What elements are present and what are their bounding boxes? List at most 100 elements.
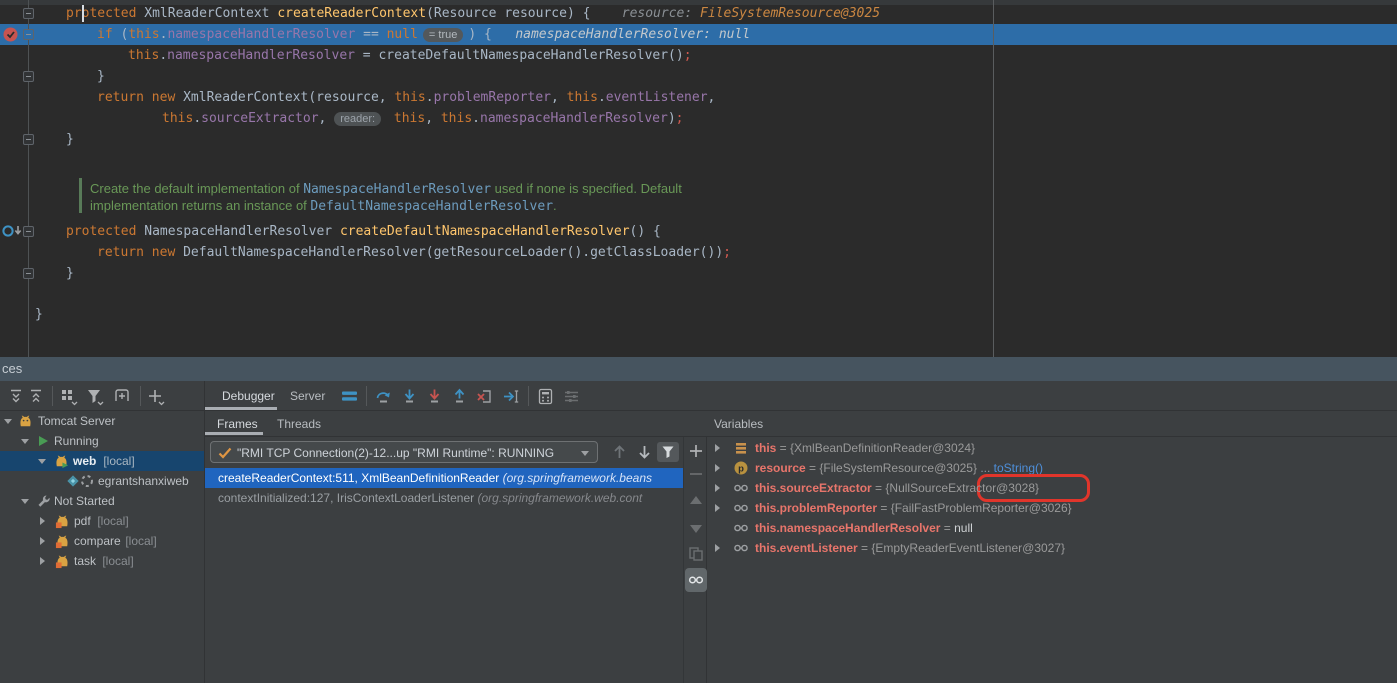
chevron-right-icon[interactable] xyxy=(715,444,720,452)
fold-marker[interactable] xyxy=(23,268,34,279)
chevron-down-icon xyxy=(581,451,589,456)
remove-watch-icon[interactable] xyxy=(688,466,704,482)
layout-menu-icon[interactable] xyxy=(341,388,358,404)
code-line[interactable]: protected NamespaceHandlerResolver creat… xyxy=(66,221,661,242)
code-line[interactable]: return new DefaultNamespaceHandlerResolv… xyxy=(97,242,731,263)
tree-row-pdf[interactable]: pdf [local] xyxy=(0,511,204,531)
layout-settings-icon[interactable] xyxy=(563,388,580,405)
code-line[interactable]: } xyxy=(66,263,74,284)
code-line[interactable]: } xyxy=(66,129,74,150)
step-into-icon[interactable] xyxy=(401,388,418,405)
add-frame-icon[interactable] xyxy=(112,388,132,404)
variable-row-problem-reporter[interactable]: this.problemReporter = {FailFastProblemR… xyxy=(707,498,1397,518)
tab-frames-underline xyxy=(205,432,263,435)
breakpoint-verified-icon[interactable] xyxy=(3,27,18,42)
fold-marker[interactable] xyxy=(23,8,34,19)
code-line-execution[interactable]: if (this.namespaceHandlerResolver == nul… xyxy=(97,24,750,46)
tree-row-tomcat-server[interactable]: Tomcat Server xyxy=(0,411,204,431)
tree-label: task xyxy=(74,554,96,568)
frame-row[interactable]: contextInitialized:127, IrisContextLoade… xyxy=(205,488,683,508)
chevron-down-icon[interactable] xyxy=(4,419,12,424)
code-editor[interactable]: protected XmlReaderContext createReaderC… xyxy=(0,0,1397,357)
doc-render-icon[interactable] xyxy=(2,224,24,238)
tree-row-task[interactable]: task [local] xyxy=(0,551,204,571)
group-by-icon[interactable] xyxy=(60,388,78,406)
tree-row-web-selected[interactable]: web [local] xyxy=(0,451,204,471)
frame-row-selected[interactable]: createReaderContext:511, XmlBeanDefiniti… xyxy=(205,468,683,488)
tree-row-running[interactable]: Running xyxy=(0,431,204,451)
tostring-link[interactable]: toString() xyxy=(994,461,1043,475)
add-watch-icon[interactable] xyxy=(688,443,704,459)
expand-all-icon[interactable] xyxy=(8,388,24,404)
tab-frames[interactable]: Frames xyxy=(217,417,258,431)
step-out-icon[interactable] xyxy=(451,388,468,405)
hide-frames-button[interactable] xyxy=(657,442,679,462)
variable-value: {FailFastProblemReporter@3026} xyxy=(891,501,1072,515)
tree-label: pdf xyxy=(74,514,91,528)
tab-threads[interactable]: Threads xyxy=(277,417,321,431)
tree-row-artifact[interactable]: egrantshanxiweb xyxy=(0,471,204,491)
variable-row-event-listener[interactable]: this.eventListener = {EmptyReaderEventLi… xyxy=(707,538,1397,558)
tree-row-not-started[interactable]: Not Started xyxy=(0,491,204,511)
code-line[interactable]: } xyxy=(35,304,43,325)
chevron-right-icon[interactable] xyxy=(715,484,720,492)
chevron-right-icon[interactable] xyxy=(40,537,45,545)
chevron-down-icon[interactable] xyxy=(38,459,46,464)
chevron-right-icon[interactable] xyxy=(715,464,720,472)
fold-marker[interactable] xyxy=(23,226,34,237)
variable-row-source-extractor[interactable]: this.sourceExtractor = {NullSourceExtrac… xyxy=(707,478,1397,498)
fold-marker[interactable] xyxy=(23,29,34,40)
evaluate-expression-icon[interactable] xyxy=(537,388,554,405)
code-line[interactable]: this.sourceExtractor, reader: this, this… xyxy=(162,108,684,130)
equals: = xyxy=(940,521,954,535)
doc-comment-line: implementation returns an instance of De… xyxy=(90,195,557,217)
tab-debugger[interactable]: Debugger xyxy=(222,389,275,403)
move-watch-down-icon[interactable] xyxy=(688,520,704,536)
next-frame-icon[interactable] xyxy=(637,444,652,460)
frame-location: createReaderContext:511, XmlBeanDefiniti… xyxy=(218,471,503,485)
variable-value: {XmlBeanDefinitionReader@3024} xyxy=(790,441,975,455)
tree-label: Running xyxy=(54,434,99,448)
move-watch-up-icon[interactable] xyxy=(688,493,704,509)
variable-row-namespace-handler-resolver[interactable]: this.namespaceHandlerResolver = null xyxy=(707,518,1397,538)
tab-server[interactable]: Server xyxy=(290,389,325,403)
chevron-right-icon[interactable] xyxy=(715,504,720,512)
step-over-icon[interactable] xyxy=(375,388,392,405)
tree-label: Not Started xyxy=(54,494,115,508)
tomcat-running-icon xyxy=(54,454,69,469)
fold-marker[interactable] xyxy=(23,134,34,145)
chevron-right-icon[interactable] xyxy=(40,557,45,565)
thread-dropdown[interactable]: "RMI TCP Connection(2)-12...up "RMI Runt… xyxy=(210,441,598,463)
variable-row-resource[interactable]: p resource = {FileSystemResource@3025} .… xyxy=(707,458,1397,478)
code-line[interactable]: } xyxy=(97,66,105,87)
code-line[interactable]: this.namespaceHandlerResolver = createDe… xyxy=(128,45,692,66)
toolwindow-title: ces xyxy=(2,361,22,376)
tree-row-compare[interactable]: compare [local] xyxy=(0,531,204,551)
spinner-icon xyxy=(80,474,94,488)
duplicate-watch-icon[interactable] xyxy=(688,546,704,562)
variables-panel: this = {XmlBeanDefinitionReader@3024} p … xyxy=(707,437,1397,683)
collapse-all-icon[interactable] xyxy=(28,388,44,404)
equals: = xyxy=(858,541,872,555)
thread-dropdown-text: "RMI TCP Connection(2)-12...up "RMI Runt… xyxy=(237,446,554,460)
chevron-right-icon[interactable] xyxy=(40,517,45,525)
show-watches-icon[interactable] xyxy=(688,572,704,588)
watches-toolbar xyxy=(683,437,707,683)
running-icon xyxy=(37,435,49,447)
tree-label-suffix: [local] xyxy=(100,454,135,468)
chevron-down-icon[interactable] xyxy=(21,499,29,504)
artifact-icon xyxy=(66,474,80,488)
run-to-cursor-icon[interactable] xyxy=(502,388,521,405)
drop-frame-icon[interactable] xyxy=(476,388,493,405)
toolwindow-header[interactable]: ces xyxy=(0,357,1397,381)
chevron-down-icon[interactable] xyxy=(21,439,29,444)
code-line[interactable]: return new XmlReaderContext(resource, th… xyxy=(97,87,715,108)
prev-frame-icon[interactable] xyxy=(612,444,627,460)
filter-icon[interactable] xyxy=(86,388,104,406)
fold-marker[interactable] xyxy=(23,71,34,82)
chevron-right-icon[interactable] xyxy=(715,544,720,552)
variable-row-this[interactable]: this = {XmlBeanDefinitionReader@3024} xyxy=(707,438,1397,458)
force-step-into-icon[interactable] xyxy=(426,388,443,405)
code-line[interactable]: protected XmlReaderContext createReaderC… xyxy=(66,3,880,24)
add-service-icon[interactable] xyxy=(147,388,165,406)
